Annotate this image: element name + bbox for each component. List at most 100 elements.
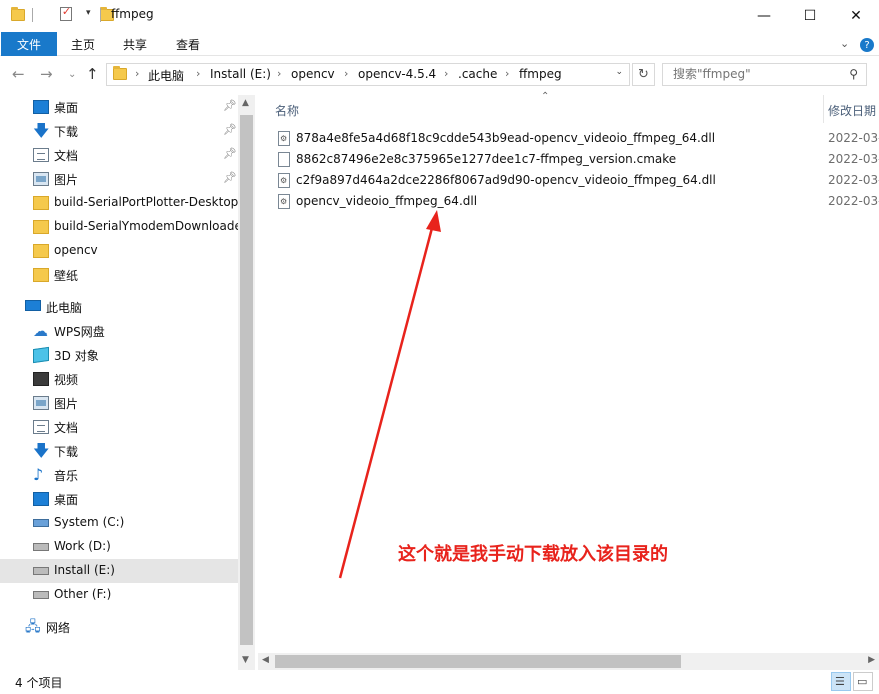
file-row[interactable]: c2f9a897d464a2dce2286f8067ad9d90-opencv_…: [275, 170, 879, 191]
status-bar: 4 个项目 ☰ ▭: [0, 670, 879, 694]
help-icon[interactable]: ?: [860, 38, 874, 52]
dll-file-icon: [278, 194, 290, 209]
breadcrumb-opencv[interactable]: opencv: [291, 67, 335, 81]
network-icon: 🖧: [25, 619, 41, 635]
large-icons-view-button[interactable]: ▭: [853, 672, 873, 691]
nav-item-wps-cloud[interactable]: ☁ WPS网盘: [0, 319, 238, 343]
large-icons-view-icon: ▭: [857, 675, 868, 688]
breadcrumb-cache[interactable]: .cache: [458, 67, 497, 81]
address-dropdown-icon[interactable]: ⌄: [615, 67, 623, 77]
nav-item-label: 壁纸: [54, 269, 79, 283]
nav-item-folder[interactable]: build-SerialYmodemDownloade: [0, 215, 242, 239]
nav-item-downloads[interactable]: 🡇 下载: [0, 439, 238, 463]
column-headers: ⌃ 名称 修改日期: [258, 91, 879, 123]
pin-icon: 📌︎: [223, 147, 237, 160]
refresh-icon: ↻: [638, 67, 649, 82]
music-icon: ♪: [33, 465, 44, 484]
pin-icon: 📌︎: [223, 99, 237, 112]
nav-item-desktop[interactable]: 桌面: [0, 487, 238, 511]
nav-item-network[interactable]: 🖧 网络: [0, 615, 238, 639]
horizontal-scrollbar[interactable]: ◀ ▶: [258, 653, 879, 670]
nav-item-label: 视频: [54, 373, 79, 387]
address-bar[interactable]: › 此电脑 › Install (E:) › opencv › opencv-4…: [106, 63, 630, 86]
properties-icon[interactable]: [59, 5, 72, 21]
nav-item-label: Install (E:): [54, 563, 115, 577]
desktop-icon: [33, 492, 49, 506]
back-arrow-icon[interactable]: ←: [12, 65, 25, 83]
nav-item-pictures[interactable]: 图片: [0, 391, 238, 415]
search-icon[interactable]: ⚲: [849, 67, 858, 81]
search-box[interactable]: ⚲: [662, 63, 867, 86]
nav-item-other-drive[interactable]: Other (F:): [0, 583, 238, 607]
nav-item-downloads[interactable]: 🡇 下载 📌︎: [0, 119, 238, 143]
nav-item-this-pc[interactable]: 此电脑: [0, 295, 238, 319]
breadcrumb-separator: ›: [196, 67, 201, 80]
column-name[interactable]: 名称: [275, 102, 299, 119]
nav-item-work-drive[interactable]: Work (D:): [0, 535, 238, 559]
scroll-right-icon[interactable]: ▶: [868, 655, 875, 665]
drive-icon: [33, 543, 49, 551]
scrollbar-thumb[interactable]: [240, 115, 253, 645]
nav-item-documents[interactable]: 文档 📌︎: [0, 143, 238, 167]
nav-item-install-drive[interactable]: Install (E:): [0, 559, 238, 583]
breadcrumb-opencv-version[interactable]: opencv-4.5.4: [358, 67, 436, 81]
recent-locations-icon[interactable]: ⌄: [68, 69, 76, 80]
nav-scrollbar[interactable]: ▲ ▼: [238, 95, 255, 670]
folder-icon: [33, 268, 49, 282]
expand-ribbon-icon[interactable]: ⌄: [840, 37, 849, 50]
maximize-button[interactable]: ☐: [787, 0, 833, 31]
nav-item-folder[interactable]: 壁纸: [0, 263, 238, 287]
nav-item-folder[interactable]: opencv: [0, 239, 238, 263]
nav-item-label: System (C:): [54, 515, 125, 529]
nav-item-label: 网络: [46, 621, 71, 635]
nav-item-folder[interactable]: build-SerialPortPlotter-Desktop_: [0, 191, 244, 215]
breadcrumb-ffmpeg[interactable]: ffmpeg: [519, 67, 562, 81]
nav-item-system-drive[interactable]: System (C:): [0, 511, 238, 535]
file-name: opencv_videoio_ffmpeg_64.dll: [296, 194, 478, 208]
breadcrumb-install[interactable]: Install (E:): [210, 67, 271, 81]
scroll-down-icon[interactable]: ▼: [242, 655, 249, 665]
nav-item-music[interactable]: ♪ 音乐: [0, 463, 238, 487]
nav-item-label: WPS网盘: [54, 325, 105, 339]
scroll-left-icon[interactable]: ◀: [262, 655, 269, 665]
system-drive-icon: [33, 519, 49, 527]
nav-item-videos[interactable]: 视频: [0, 367, 238, 391]
nav-item-desktop[interactable]: 桌面 📌︎: [0, 95, 238, 119]
navigation-pane: 桌面 📌︎ 🡇 下载 📌︎ 文档 📌︎ 图片 📌︎ build-SerialPo…: [0, 95, 255, 670]
folder-icon: [11, 7, 25, 21]
breadcrumb-separator: ›: [444, 67, 449, 80]
window-title: ffmpeg: [111, 7, 154, 21]
nav-item-documents[interactable]: 文档: [0, 415, 238, 439]
close-button[interactable]: ✕: [833, 0, 879, 31]
forward-arrow-icon[interactable]: →: [40, 65, 53, 83]
tab-view[interactable]: 查看: [176, 36, 200, 53]
cloud-icon: ☁: [33, 322, 48, 340]
document-icon: [33, 420, 49, 434]
sort-ascending-icon: ⌃: [541, 91, 550, 102]
scroll-up-icon[interactable]: ▲: [242, 98, 249, 108]
customize-quick-access-icon[interactable]: ▾: [86, 8, 91, 18]
nav-item-pictures[interactable]: 图片 📌︎: [0, 167, 238, 191]
file-date: 2022-03-: [828, 152, 879, 166]
up-arrow-icon[interactable]: ↑: [86, 65, 99, 83]
minimize-button[interactable]: —: [741, 0, 787, 31]
tab-file[interactable]: 文件: [1, 32, 57, 56]
picture-icon: [33, 172, 49, 186]
scrollbar-thumb[interactable]: [275, 655, 681, 668]
file-date: 2022-03-: [828, 173, 879, 187]
breadcrumb-separator: ›: [344, 67, 349, 80]
file-row[interactable]: 8862c87496e2e8c375965e1277dee1c7-ffmpeg_…: [275, 149, 879, 170]
file-row[interactable]: opencv_videoio_ffmpeg_64.dll 2022-03-: [275, 191, 879, 212]
file-row[interactable]: 878a4e8fe5a4d68f18c9cdde543b9ead-opencv_…: [275, 128, 879, 149]
column-date-modified[interactable]: 修改日期: [828, 102, 876, 119]
drive-icon: [33, 591, 49, 599]
search-input[interactable]: [673, 67, 833, 81]
tab-home[interactable]: 主页: [71, 36, 95, 53]
file-list: ⌃ 名称 修改日期 878a4e8fe5a4d68f18c9cdde543b9e…: [258, 91, 879, 670]
nav-item-3d-objects[interactable]: 3D 对象: [0, 343, 238, 367]
refresh-button[interactable]: ↻: [632, 63, 655, 86]
details-view-button[interactable]: ☰: [831, 672, 851, 691]
breadcrumb-this-pc[interactable]: 此电脑: [148, 67, 184, 84]
tab-share[interactable]: 共享: [123, 36, 147, 53]
picture-icon: [33, 396, 49, 410]
